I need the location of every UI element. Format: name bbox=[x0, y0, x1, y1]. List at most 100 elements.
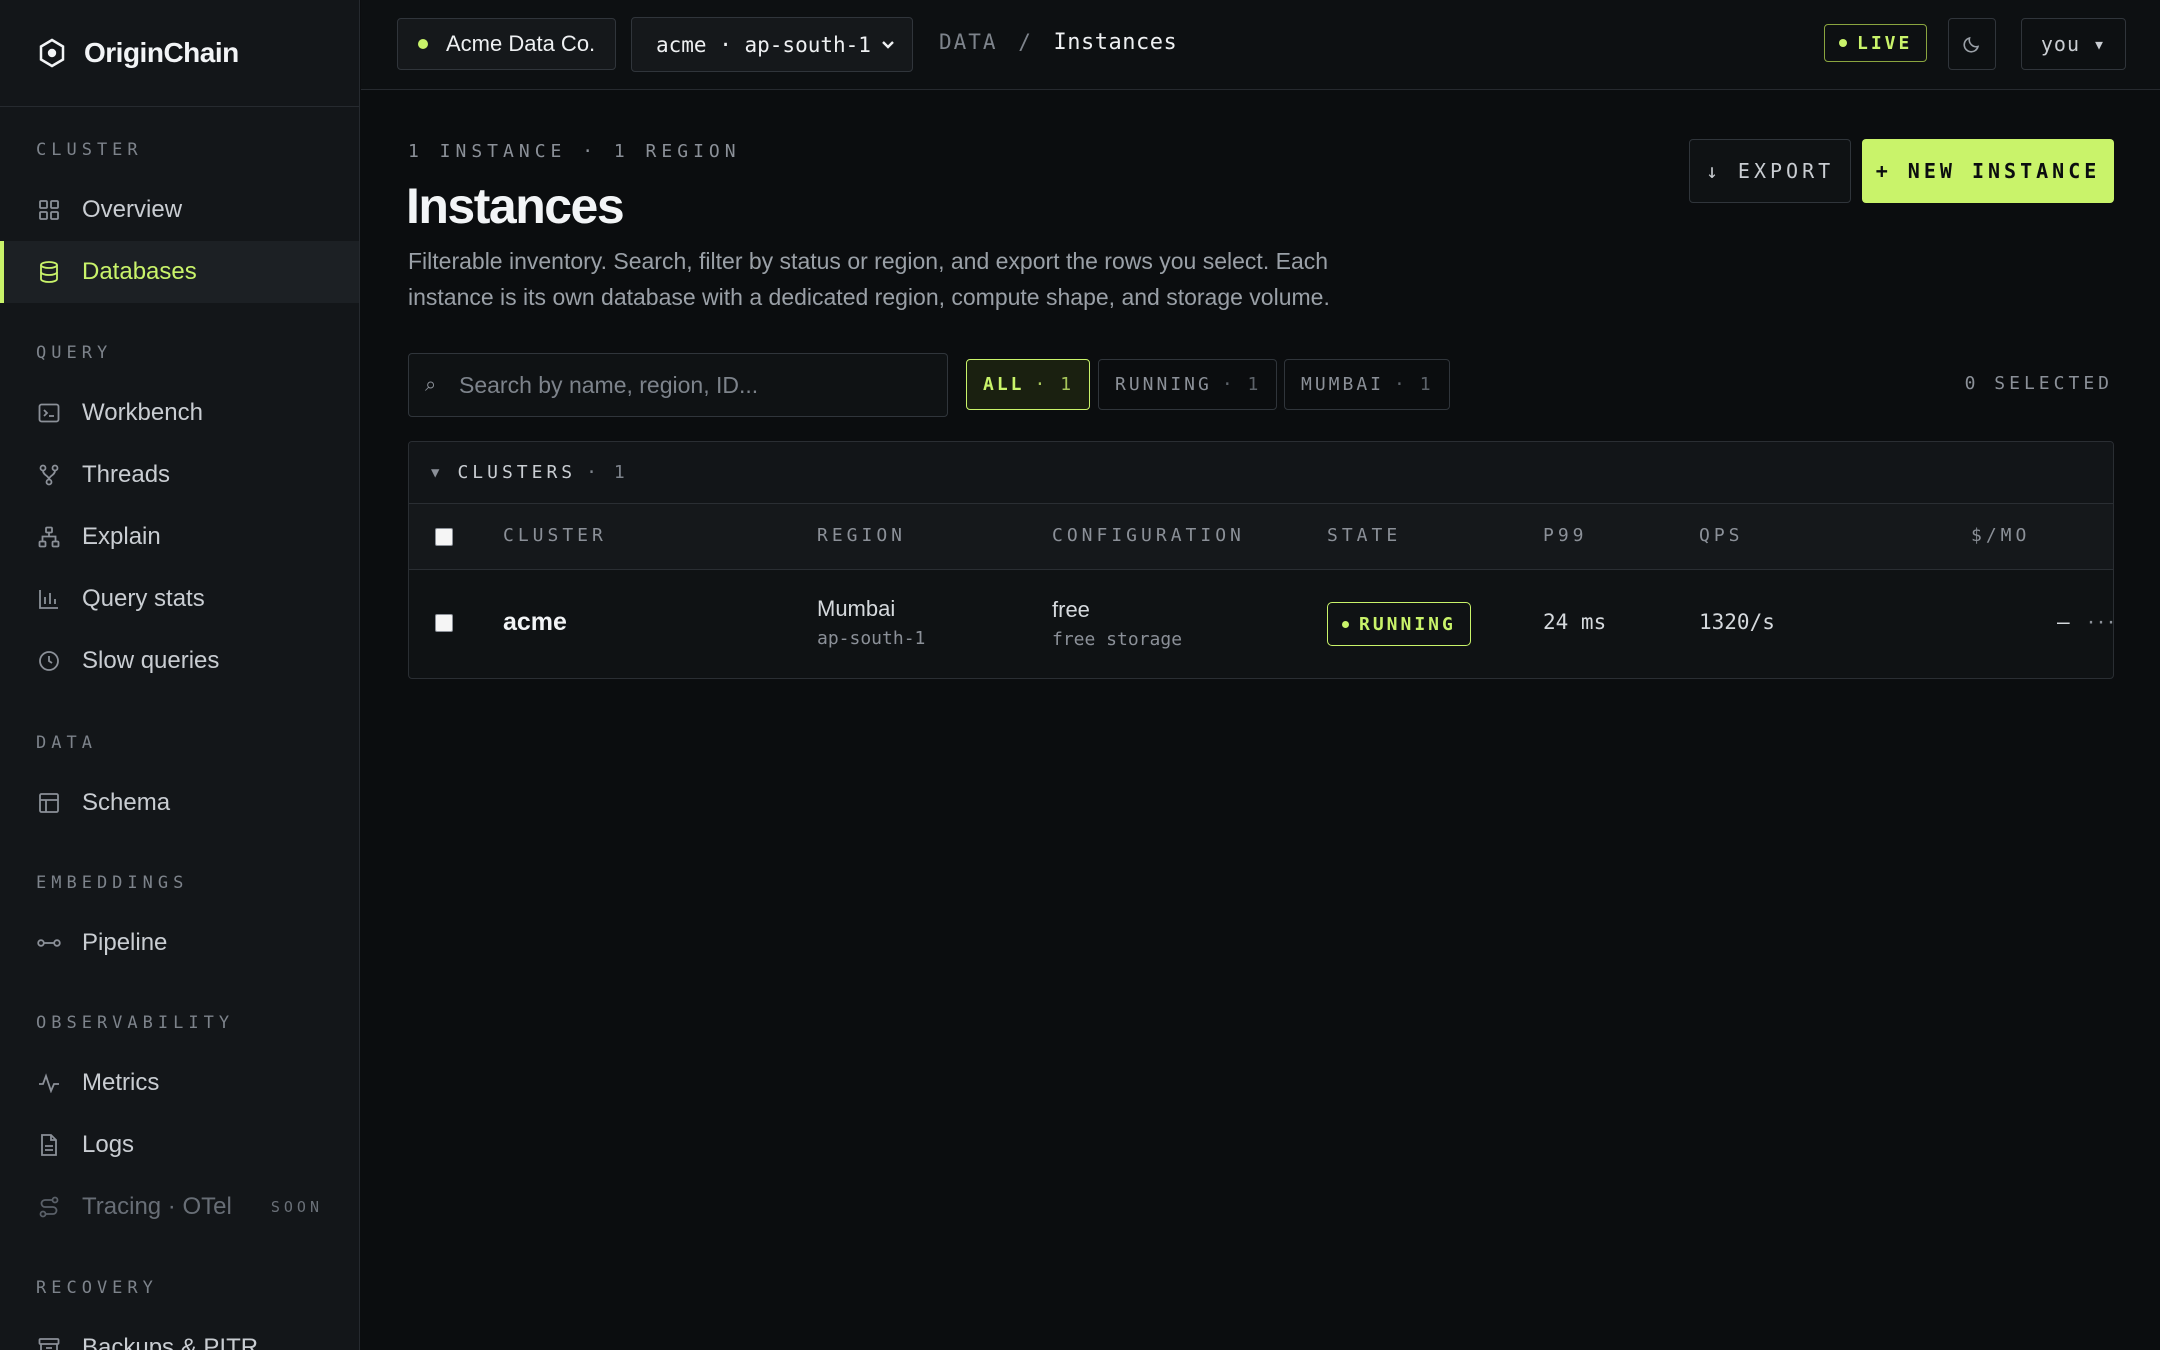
sidebar-item-overview[interactable]: Overview bbox=[0, 179, 359, 241]
status-label: RUNNING bbox=[1359, 613, 1456, 635]
pulse-icon bbox=[36, 1070, 62, 1096]
config-tier: free bbox=[1052, 597, 1090, 622]
archive-icon bbox=[36, 1335, 62, 1350]
env-value: acme · ap-south-1 bbox=[656, 32, 871, 57]
branch-icon bbox=[36, 462, 62, 488]
sidebar-item-slow-queries[interactable]: Slow queries bbox=[0, 630, 359, 692]
environment-select[interactable]: acme · ap-south-1 bbox=[631, 17, 913, 72]
caret-down-icon: ▼ bbox=[431, 464, 444, 481]
sidebar-item-pipeline[interactable]: Pipeline bbox=[0, 912, 359, 974]
search-input[interactable] bbox=[459, 371, 939, 399]
soon-badge: SOON bbox=[270, 1198, 323, 1216]
column-header-state[interactable]: STATE bbox=[1327, 525, 1401, 546]
nav-section-observability: OBSERVABILITY bbox=[36, 1013, 235, 1033]
sidebar-item-backups[interactable]: Backups & PITR bbox=[0, 1317, 359, 1350]
sidebar-item-label: Databases bbox=[82, 258, 197, 285]
hexagon-logo-icon bbox=[39, 38, 65, 68]
terminal-icon bbox=[36, 400, 62, 426]
chip-label: ALL bbox=[983, 374, 1025, 395]
main-content: 1 INSTANCE · 1 REGION Instances Filterab… bbox=[361, 91, 2160, 1350]
sidebar-item-label: Tracing · OTel bbox=[82, 1193, 232, 1220]
column-header-p99[interactable]: P99 bbox=[1543, 525, 1588, 546]
search-box[interactable]: ⌕ bbox=[408, 353, 948, 417]
user-menu-button[interactable]: you ▾ bbox=[2021, 18, 2126, 70]
sidebar-item-metrics[interactable]: Metrics bbox=[0, 1052, 359, 1114]
filter-chip-all[interactable]: ALL · 1 bbox=[966, 359, 1091, 410]
breadcrumb-current: Instances bbox=[1053, 30, 1178, 55]
brand[interactable]: OriginChain bbox=[0, 0, 359, 107]
live-label: LIVE bbox=[1857, 32, 1913, 54]
page-kicker: 1 INSTANCE · 1 REGION bbox=[408, 141, 741, 162]
more-actions-icon[interactable]: ··· bbox=[2087, 608, 2113, 636]
theme-toggle-button[interactable] bbox=[1948, 18, 1996, 70]
tree-icon bbox=[36, 524, 62, 550]
sidebar-item-logs[interactable]: Logs bbox=[0, 1114, 359, 1176]
column-header-region[interactable]: REGION bbox=[817, 525, 906, 546]
cluster-name[interactable]: acme bbox=[503, 608, 567, 637]
sidebar-item-label: Slow queries bbox=[82, 647, 220, 674]
sidebar-item-label: Threads bbox=[82, 461, 171, 488]
group-count: · 1 bbox=[586, 462, 628, 483]
org-switcher[interactable]: Acme Data Co. bbox=[397, 18, 617, 70]
live-badge: LIVE bbox=[1824, 24, 1928, 62]
breadcrumb-root[interactable]: DATA bbox=[939, 30, 998, 54]
table-row[interactable]: acme Mumbai ap-south-1 free free storage… bbox=[409, 570, 2113, 678]
group-header-clusters[interactable]: ▼ CLUSTERS · 1 bbox=[409, 442, 2113, 504]
breadcrumb-separator: / bbox=[1018, 30, 1033, 54]
topbar: Acme Data Co. acme · ap-south-1 DATA / I… bbox=[361, 0, 2160, 90]
org-name: Acme Data Co. bbox=[446, 31, 596, 56]
file-icon bbox=[36, 1132, 62, 1158]
search-icon: ⌕ bbox=[425, 373, 437, 396]
chip-label: RUNNING bbox=[1115, 374, 1212, 395]
sidebar-item-label: Metrics bbox=[82, 1069, 160, 1096]
p99-value: 24 ms bbox=[1543, 610, 1607, 634]
sidebar-item-query-stats[interactable]: Query stats bbox=[0, 568, 359, 630]
clock-icon bbox=[36, 648, 62, 674]
export-button[interactable]: ↓ EXPORT bbox=[1689, 139, 1851, 203]
sidebar-item-explain[interactable]: Explain bbox=[0, 506, 359, 568]
state-cell: RUNNING bbox=[1327, 602, 1471, 646]
column-header-qps[interactable]: QPS bbox=[1699, 525, 1744, 546]
sidebar-item-tracing: Tracing · OTel SOON bbox=[0, 1176, 359, 1238]
column-header-cluster[interactable]: CLUSTER bbox=[503, 525, 607, 546]
group-label: CLUSTERS bbox=[457, 462, 577, 483]
status-badge: RUNNING bbox=[1327, 602, 1471, 646]
sidebar-item-label: Query stats bbox=[82, 585, 205, 612]
filter-chip-mumbai[interactable]: MUMBAI · 1 bbox=[1284, 359, 1450, 410]
row-checkbox[interactable] bbox=[435, 614, 453, 632]
selected-count: 0 SELECTED bbox=[1964, 373, 2113, 394]
sidebar-item-label: Schema bbox=[82, 789, 171, 816]
sidebar-item-label: Explain bbox=[82, 523, 161, 550]
new-instance-button[interactable]: + NEW INSTANCE bbox=[1862, 139, 2114, 203]
nav-section-data: DATA bbox=[36, 733, 97, 753]
chip-count: · 1 bbox=[1394, 374, 1433, 395]
table-header-row: CLUSTER REGION CONFIGURATION STATE P99 Q… bbox=[409, 504, 2113, 570]
configuration-cell: free free storage bbox=[1052, 597, 1182, 650]
chip-count: · 1 bbox=[1034, 374, 1074, 395]
sidebar-item-databases[interactable]: Databases bbox=[0, 241, 359, 303]
status-dot bbox=[418, 39, 428, 49]
sidebar-item-schema[interactable]: Schema bbox=[0, 772, 359, 834]
select-all-checkbox[interactable] bbox=[435, 528, 453, 546]
sidebar-item-threads[interactable]: Threads bbox=[0, 444, 359, 506]
grid-icon bbox=[36, 197, 62, 223]
nav-section-embeddings: EMBEDDINGS bbox=[36, 873, 189, 893]
moon-icon bbox=[1963, 36, 1980, 53]
chevron-down-icon bbox=[882, 41, 894, 49]
filter-chip-running[interactable]: RUNNING · 1 bbox=[1098, 359, 1278, 410]
chip-count: · 1 bbox=[1221, 374, 1261, 395]
nav-section-recovery: RECOVERY bbox=[36, 1278, 158, 1298]
database-icon bbox=[36, 259, 62, 285]
region-code: ap-south-1 bbox=[817, 628, 926, 649]
column-header-cost[interactable]: $/MO bbox=[1971, 525, 2030, 546]
sidebar-item-label: Workbench bbox=[82, 399, 203, 426]
pipeline-icon bbox=[36, 930, 62, 956]
page-title: Instances bbox=[406, 178, 625, 234]
bar-chart-icon bbox=[36, 586, 62, 612]
column-header-configuration[interactable]: CONFIGURATION bbox=[1052, 525, 1245, 546]
nav-section-cluster: CLUSTER bbox=[36, 140, 143, 160]
page-description: Filterable inventory. Search, filter by … bbox=[408, 248, 1330, 310]
sidebar-item-workbench[interactable]: Workbench bbox=[0, 382, 359, 444]
status-dot bbox=[1342, 620, 1349, 628]
region-city: Mumbai bbox=[817, 596, 896, 621]
